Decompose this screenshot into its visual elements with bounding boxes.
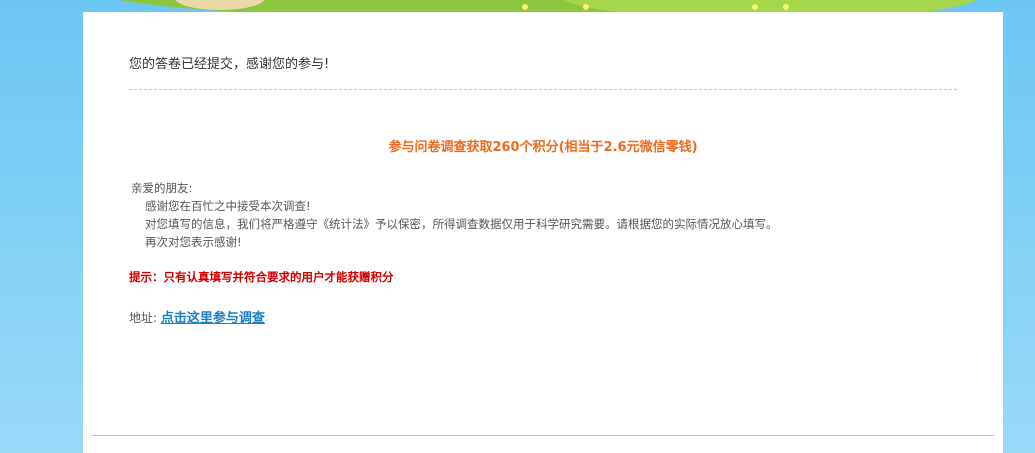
flower-icon (522, 4, 528, 10)
submitted-message: 您的答卷已经提交，感谢您的参与! (129, 57, 330, 72)
flower-icon (752, 4, 758, 10)
flower-icon (783, 4, 789, 10)
survey-link[interactable]: 点击这里参与调查 (161, 311, 265, 326)
letter-line: 对您填写的信息，我们将严格遵守《统计法》予以保密，所得调查数据仅用于科学研究需要… (145, 217, 778, 231)
letter-greeting: 亲爱的朋友: (131, 181, 193, 195)
letter-line: 感谢您在百忙之中接受本次调查! (145, 199, 311, 213)
tip-message: 提示：只有认真填写并符合要求的用户才能获赠积分 (129, 270, 394, 284)
bottom-divider (92, 435, 994, 436)
dashed-divider (129, 89, 957, 90)
flower-icon (583, 4, 589, 10)
content-card: 您的答卷已经提交，感谢您的参与! 参与问卷调查获取260个积分(相当于2.6元微… (83, 12, 1003, 453)
address-label: 地址: (129, 311, 158, 325)
address-row: 地址: 点击这里参与调查 (129, 307, 265, 326)
reward-message: 参与问卷调查获取260个积分(相当于2.6元微信零钱) (388, 140, 698, 155)
letter-line: 再次对您表示感谢! (145, 235, 242, 249)
thank-you-letter: 亲爱的朋友: 感谢您在百忙之中接受本次调查! 对您填写的信息，我们将严格遵守《统… (131, 179, 778, 251)
